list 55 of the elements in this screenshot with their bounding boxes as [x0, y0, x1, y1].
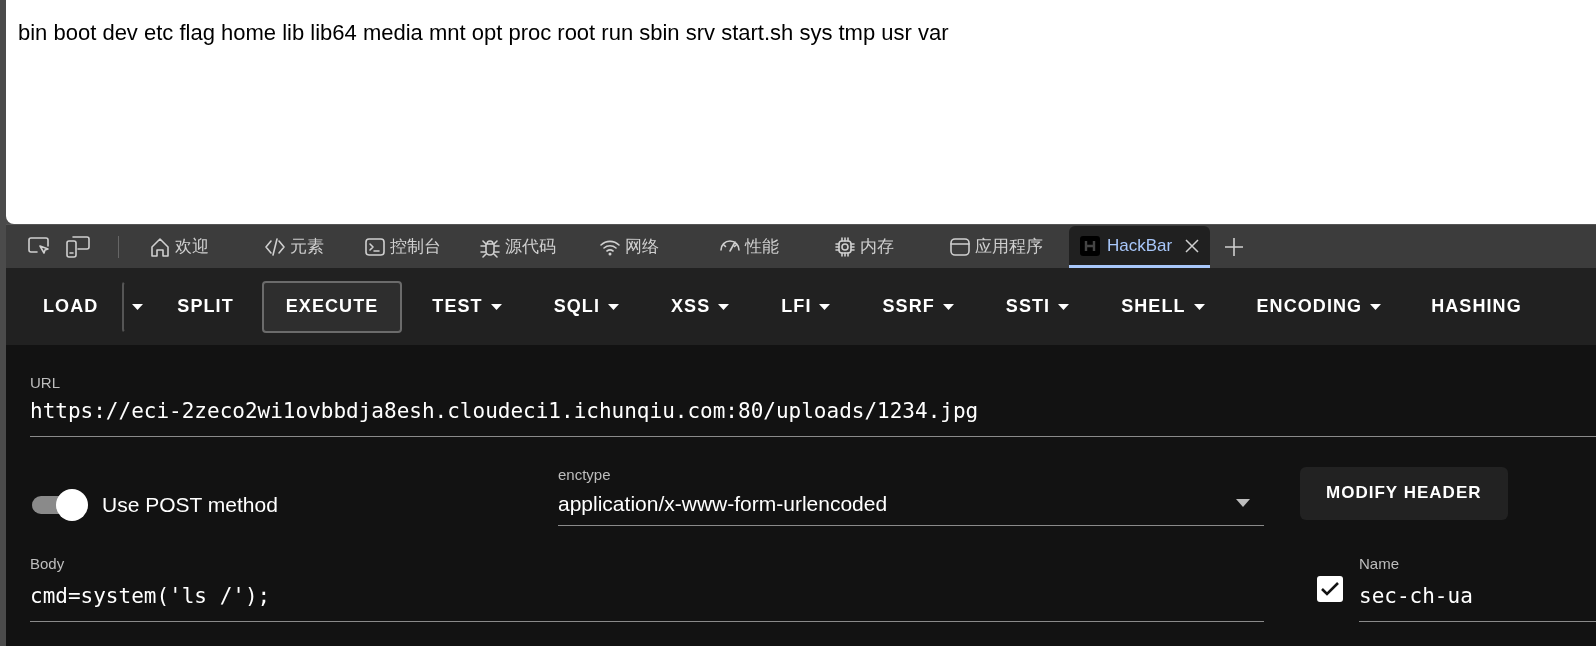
add-tab-icon[interactable] [1224, 237, 1245, 257]
devtools-tab[interactable]: 源代码 [459, 226, 579, 268]
toolbar-button[interactable]: LOAD [19, 280, 123, 333]
url-field[interactable]: https://eci-2zeco2wi1ovbbdja8esh.cloudeci1.ichunqiu.com:80/uploads/1234.jpg [30, 396, 1596, 437]
toolbar-button[interactable]: EXECUTE [261, 280, 403, 333]
menu-button[interactable]: SSTI [979, 280, 1096, 333]
caret-icon [819, 303, 831, 310]
name-label: Name [1359, 556, 1400, 571]
devtools-tab[interactable]: 控制台 [344, 226, 459, 268]
caret-icon [490, 303, 502, 310]
devtools-tab[interactable]: 内存 [814, 226, 929, 268]
caret-icon [132, 303, 144, 310]
caret-icon [718, 303, 730, 310]
caret-icon [1370, 303, 1382, 310]
url-label: URL [30, 375, 61, 390]
devtools-tab[interactable]: 欢迎 [129, 226, 244, 268]
enctype-select[interactable]: application/x-www-form-urlencoded [558, 487, 1264, 526]
header-name-field[interactable]: sec-ch-ua [1359, 581, 1596, 622]
inspect-icon[interactable] [28, 237, 50, 257]
devtools-tab[interactable]: 应用程序 [929, 226, 1069, 268]
menu-button[interactable]: XSS [644, 280, 756, 333]
caret-icon [607, 303, 619, 310]
menu-button[interactable]: ENCODING [1230, 280, 1408, 333]
header-checkbox[interactable] [1317, 576, 1343, 602]
toolbar-button[interactable]: HASHING [1407, 280, 1546, 333]
menu-button[interactable]: LFI [755, 280, 857, 333]
post-toggle[interactable] [30, 487, 88, 522]
console-icon [364, 236, 386, 258]
menu-button[interactable]: SSRF [856, 280, 980, 333]
devtools-tab[interactable]: 元素 [244, 226, 344, 268]
post-method-label: Use POST method [102, 491, 278, 518]
enctype-label: enctype [558, 466, 612, 482]
toolbar-button[interactable]: SPLIT [153, 280, 258, 333]
directory-listing: bin boot dev etc flag home lib lib64 media mnt opt proc root run sbin srv start.sh sys tmp usr var [18, 19, 950, 47]
close-icon[interactable] [1184, 237, 1201, 254]
caret-icon [1058, 303, 1070, 310]
devtools-tab[interactable]: 性能 [699, 226, 814, 268]
device-icon[interactable] [66, 236, 90, 258]
home-icon [149, 236, 171, 258]
caret-icon [1193, 303, 1205, 310]
devtools-tab[interactable]: HackBar [1069, 226, 1211, 268]
hackbar-logo-icon [1079, 234, 1101, 257]
menu-button[interactable]: SHELL [1095, 280, 1231, 333]
dropdown-arrow-icon [1236, 499, 1250, 508]
chip-icon [834, 236, 856, 258]
check-icon [1321, 582, 1339, 596]
caret-icon [942, 303, 954, 310]
code-icon [264, 236, 286, 258]
menu-button[interactable]: TEST [406, 280, 528, 333]
modify-header-button[interactable]: MODIFY HEADER [1300, 466, 1508, 520]
menu-button[interactable]: SQLI [527, 280, 645, 333]
devtools-tab[interactable]: 网络 [579, 226, 699, 268]
body-field[interactable]: cmd=system('ls /'); [30, 581, 1264, 622]
window-icon [949, 236, 971, 258]
body-label: Body [30, 556, 66, 571]
